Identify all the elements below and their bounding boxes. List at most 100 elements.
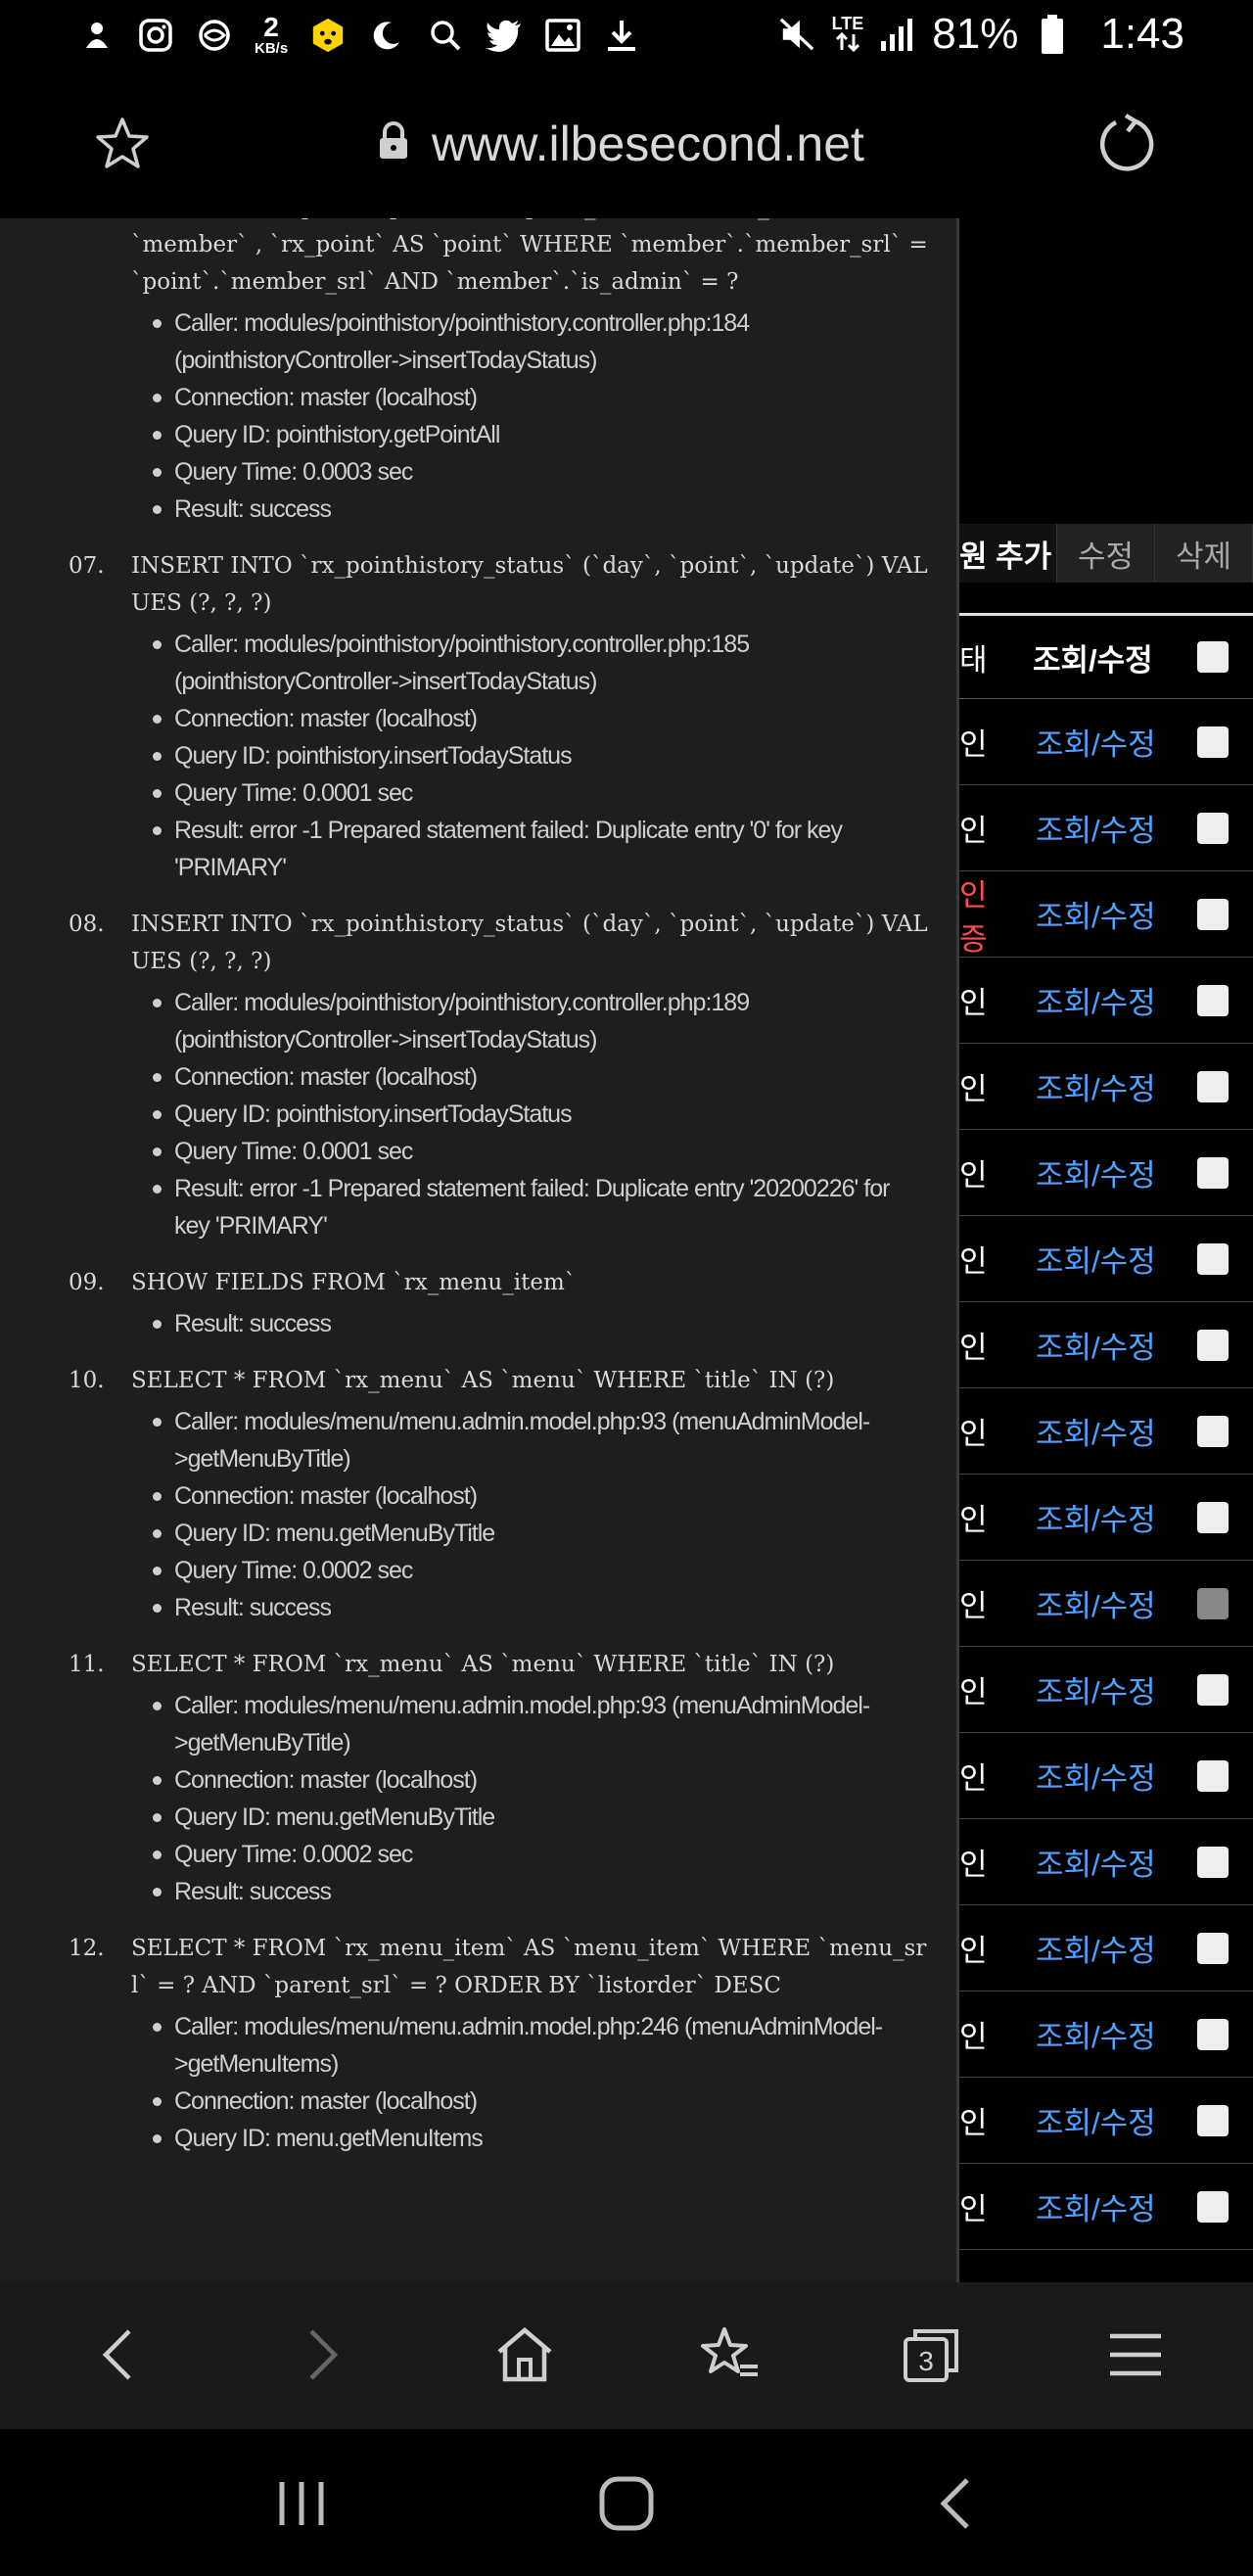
reload-icon[interactable] <box>1096 114 1157 179</box>
query-number: 06. <box>69 218 129 301</box>
signal-strength-icon <box>879 16 916 53</box>
do-not-disturb-moon-icon <box>368 17 405 54</box>
query-sql: 06.SELECT sum(`point`.`point`) AS `point… <box>69 218 930 301</box>
view-edit-link[interactable]: 조회/수정 <box>1036 1158 1156 1193</box>
debug-query-panel[interactable]: 06.SELECT sum(`point`.`point`) AS `point… <box>0 218 959 2282</box>
query-details: Caller: modules/pointhistory/pointhistor… <box>69 304 930 528</box>
row-checkbox[interactable] <box>1197 726 1229 758</box>
table-row: 인 조회/수정 <box>959 1388 1253 1475</box>
row-checkbox[interactable] <box>1197 1501 1229 1533</box>
row-checkbox[interactable] <box>1197 1587 1229 1619</box>
row-checkbox[interactable] <box>1197 1846 1229 1878</box>
query-detail-item: Query ID: pointhistory.getPointAll <box>153 416 930 453</box>
member-status: 인 <box>959 2020 988 2054</box>
query-text: INSERT INTO `rx_pointhistory_status` (`d… <box>131 912 928 974</box>
row-checkbox[interactable] <box>1197 1242 1229 1275</box>
url-text: www.ilbesecond.net <box>432 117 864 171</box>
row-checkbox[interactable] <box>1197 1673 1229 1706</box>
view-edit-link[interactable]: 조회/수정 <box>1036 1589 1156 1623</box>
view-edit-link[interactable]: 조회/수정 <box>1036 986 1156 1020</box>
view-edit-link[interactable]: 조회/수정 <box>1036 1503 1156 1537</box>
table-row: 인 조회/수정 <box>959 1819 1253 1905</box>
row-checkbox[interactable] <box>1197 1156 1229 1189</box>
app-notification-icon <box>78 17 116 54</box>
view-edit-link[interactable]: 조회/수정 <box>1036 2106 1156 2140</box>
table-row: 인 조회/수정 <box>959 1216 1253 1302</box>
view-edit-link[interactable]: 조회/수정 <box>1036 1417 1156 1451</box>
row-checkbox[interactable] <box>1197 1415 1229 1447</box>
query-entry: 08. INSERT INTO `rx_pointhistory_status` … <box>0 906 956 1244</box>
view-edit-link[interactable]: 조회/수정 <box>1036 814 1156 848</box>
table-row: 인 조회/수정 <box>959 1905 1253 1991</box>
view-edit-link[interactable]: 조회/수정 <box>1036 1934 1156 1968</box>
row-checkbox[interactable] <box>1197 898 1229 930</box>
row-checkbox[interactable] <box>1197 984 1229 1016</box>
query-detail-item: Result: success <box>153 491 930 528</box>
row-checkbox[interactable] <box>1197 2104 1229 2136</box>
delete-button[interactable]: 삭제 <box>1155 524 1253 583</box>
row-checkbox[interactable] <box>1197 2018 1229 2050</box>
view-edit-link[interactable]: 조회/수정 <box>1036 1244 1156 1279</box>
query-sql: 11. SELECT * FROM `rx_menu` AS `menu` WHE… <box>69 1646 930 1683</box>
query-entry: 09. SHOW FIELDS FROM `rx_menu_item` Result… <box>0 1264 956 1342</box>
member-status: 인 <box>959 1244 988 1279</box>
query-text: INSERT INTO `rx_pointhistory_status` (`d… <box>131 553 928 616</box>
bookmark-star-icon[interactable] <box>94 116 151 177</box>
member-status: 인 <box>959 1934 988 1968</box>
table-row: 인 조회/수정 <box>959 699 1253 785</box>
twitter-icon <box>486 17 523 54</box>
view-edit-link[interactable]: 조회/수정 <box>1036 1848 1156 1882</box>
view-edit-link[interactable]: 조회/수정 <box>1036 1331 1156 1365</box>
row-checkbox[interactable] <box>1197 1329 1229 1361</box>
view-edit-link[interactable]: 조회/수정 <box>1036 2192 1156 2226</box>
table-row: 인 조회/수정 <box>959 1561 1253 1647</box>
view-edit-link[interactable]: 조회/수정 <box>1036 1072 1156 1106</box>
background-page: 원 추가 수정 삭제 태 조회/수정 인 조회/수정 인 조회/수정 인증 조회/수정 인 조… <box>959 218 1253 2282</box>
view-edit-link[interactable]: 조회/수정 <box>1036 2020 1156 2054</box>
table-row: 인 조회/수정 <box>959 1991 1253 2078</box>
query-list: 06.SELECT sum(`point`.`point`) AS `point… <box>0 218 956 2177</box>
action-column-header: 조회/수정 <box>1033 642 1153 678</box>
query-detail-item: Query ID: menu.getMenuByTitle <box>153 1515 930 1552</box>
query-detail-item: Query ID: pointhistory.insertTodayStatus <box>153 737 930 774</box>
home-button-icon[interactable] <box>595 2472 658 2535</box>
row-checkbox[interactable] <box>1197 812 1229 844</box>
member-status: 인 <box>959 1848 988 1882</box>
view-edit-link[interactable]: 조회/수정 <box>1036 727 1156 762</box>
view-edit-link[interactable]: 조회/수정 <box>1036 1761 1156 1796</box>
query-text: SELECT sum(`point`.`point`) AS `point_al… <box>131 218 928 295</box>
row-checkbox[interactable] <box>1197 1932 1229 1964</box>
edit-button[interactable]: 수정 <box>1057 524 1155 583</box>
battery-icon <box>1034 15 1071 54</box>
system-back-icon[interactable] <box>924 2472 987 2535</box>
view-edit-link[interactable]: 조회/수정 <box>1036 900 1156 934</box>
home-icon[interactable] <box>493 2323 556 2386</box>
query-entry: 10. SELECT * FROM `rx_menu` AS `menu` WHE… <box>0 1362 956 1626</box>
table-row: 인 조회/수정 <box>959 1302 1253 1388</box>
notification-icons: 2 KB/s <box>78 14 640 56</box>
member-status: 인 <box>959 1589 988 1623</box>
menu-icon[interactable] <box>1104 2323 1167 2386</box>
tabs-icon[interactable]: 3 <box>901 2323 963 2386</box>
query-number: 08. <box>69 912 105 937</box>
url-field[interactable]: www.ilbesecond.net <box>377 116 864 172</box>
query-details: Caller: modules/menu/menu.admin.model.ph… <box>69 2008 930 2157</box>
back-icon[interactable] <box>86 2323 149 2386</box>
query-detail-item: Caller: modules/menu/menu.admin.model.ph… <box>153 1403 930 1477</box>
select-all-checkbox[interactable] <box>1197 641 1229 673</box>
forward-icon[interactable] <box>292 2323 354 2386</box>
recent-apps-icon[interactable] <box>270 2472 333 2535</box>
row-checkbox[interactable] <box>1197 1070 1229 1102</box>
query-detail-item: Query Time: 0.0002 sec <box>153 1552 930 1589</box>
add-member-button[interactable]: 원 추가 <box>959 524 1057 583</box>
query-number: 07. <box>69 553 105 579</box>
query-detail-item: Query ID: pointhistory.insertTodayStatus <box>153 1096 930 1133</box>
row-checkbox[interactable] <box>1197 1759 1229 1792</box>
lte-indicator: LTE <box>832 15 863 55</box>
view-edit-link[interactable]: 조회/수정 <box>1036 1675 1156 1710</box>
query-sql: 09. SHOW FIELDS FROM `rx_menu_item` <box>69 1264 930 1301</box>
member-status: 인 <box>959 1158 988 1193</box>
bookmarks-icon[interactable] <box>699 2323 762 2386</box>
row-checkbox[interactable] <box>1197 2190 1229 2223</box>
tab-count: 3 <box>918 2346 934 2376</box>
